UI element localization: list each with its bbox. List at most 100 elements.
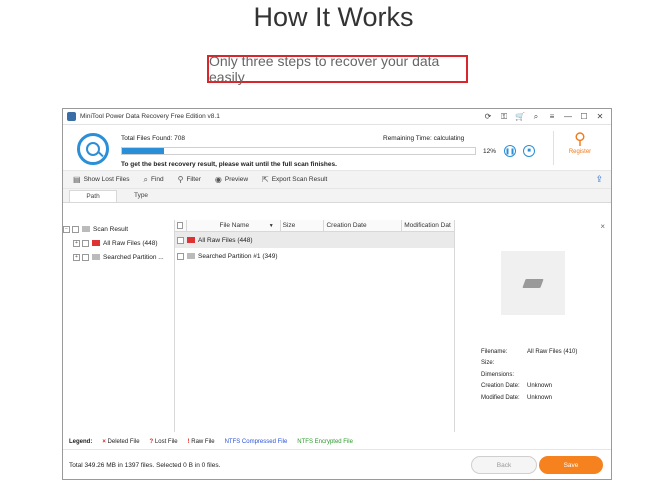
scan-progress-fill [122,148,165,154]
reload-icon[interactable]: ⟳ [483,112,493,122]
page: How It Works Only three steps to recover… [0,0,667,491]
title-bar: MiniTool Power Data Recovery Free Editio… [63,109,611,125]
filter-icon: ⚲ [177,175,184,184]
user-icon: ⚲ [574,131,586,148]
page-subtitle-text: Only three steps to recover your data ea… [209,53,440,85]
view-tabs: Path Type [63,189,611,203]
tree-checkbox[interactable] [72,225,79,233]
divider [553,131,554,165]
file-row[interactable]: Searched Partition #1 (349) [175,248,454,264]
collapse-icon[interactable]: − [63,225,70,233]
sort-down-icon: ▼ [268,222,274,229]
modified-date-value: Unknown [527,394,553,401]
zoom-icon[interactable]: ⌕ [531,112,541,122]
preview-button[interactable]: ◉ Preview [215,175,248,184]
select-all-checkbox[interactable] [177,222,183,229]
file-row-name: Searched Partition #1 (349) [198,252,278,260]
total-files-found: Total Files Found: 708 [121,135,185,142]
stop-button[interactable]: ■ [523,145,535,157]
scan-status-area: Total Files Found: 708 Remaining Time: c… [63,125,611,171]
legend-raw: ! Raw File [188,439,215,445]
app-window: MiniTool Power Data Recovery Free Editio… [62,108,612,480]
legend: Legend: × Deleted File ? Lost File ! Raw… [69,437,609,447]
app-icon [67,112,76,121]
raw-folder-icon [187,237,195,243]
pause-icon: ❚❚ [504,148,516,155]
partition-icon [92,254,100,260]
tab-type[interactable]: Type [117,190,165,202]
filter-button[interactable]: ⚲ Filter [178,175,201,184]
expand-icon[interactable]: + [73,253,80,261]
files-icon: ▤ [73,175,81,184]
share-icon[interactable]: ⇪ [595,174,603,185]
minimize-button[interactable]: — [563,112,573,122]
tree-checkbox[interactable] [82,253,89,261]
menu-icon[interactable]: ≡ [547,112,557,122]
modified-date-label: Modified Date: [481,394,520,401]
export-scan-result-button[interactable]: ⇱ Export Scan Result [262,175,327,184]
remaining-time: Remaining Time: calculating [383,135,465,142]
deleted-icon: × [102,439,106,445]
expand-icon[interactable]: + [73,239,80,247]
raw-icon: ! [187,439,190,445]
tree-checkbox[interactable] [82,239,89,247]
title-bar-icons: ⟳ ⚿ 🛒 ⌕ ≡ — ☐ ✕ [483,112,611,122]
legend-deleted-label: Deleted File [107,439,140,445]
lost-icon: ? [149,439,154,445]
column-modification-date[interactable]: Modification Dat [402,220,454,231]
hard-drive-icon [522,278,544,288]
pause-button[interactable]: ❚❚ [504,145,516,157]
register-button[interactable]: ⚲ Register [560,131,600,155]
column-size[interactable]: Size [281,220,325,231]
toolbar: ▤ Show Lost Files ⌕ Find ⚲ Filter ◉ Prev… [63,171,611,189]
size-label: Size: [481,360,495,367]
scan-message: To get the best recovery result, please … [121,161,337,168]
column-file-name[interactable]: File Name ▼ [187,220,281,231]
legend-ntfs-encrypted: NTFS Encrypted File [297,439,353,445]
legend-lost-label: Lost File [154,439,178,445]
file-row[interactable]: All Raw Files (448) [175,232,454,248]
filename-label: Filename: [481,348,508,355]
creation-date-value: Unknown [527,383,553,390]
total-summary: Total 349.26 MB in 1397 files. Selected … [69,462,221,469]
file-row-name: All Raw Files (448) [198,236,253,244]
row-checkbox[interactable] [177,252,184,260]
content-panes: − Scan Result + All Raw Files (448) + Se… [63,220,611,432]
save-button[interactable]: Save [539,456,603,474]
page-heading: How It Works [253,2,414,32]
window-title: MiniTool Power Data Recovery Free Editio… [80,113,220,120]
cart-icon[interactable]: 🛒 [515,112,525,122]
page-subtitle: Only three steps to recover your data ea… [207,53,468,85]
stop-icon: ■ [527,148,531,154]
preview-pane: × Filename: All Raw Files (410) Size: Dim… [455,220,611,432]
tab-path[interactable]: Path [69,190,117,202]
tree-item-label: All Raw Files (448) [103,239,158,247]
export-scan-result-label: Export Scan Result [271,176,328,183]
tree-root[interactable]: − Scan Result [63,222,174,236]
folder-tree: − Scan Result + All Raw Files (448) + Se… [63,220,175,432]
scan-icon [77,133,109,165]
back-button[interactable]: Back [471,456,537,474]
column-file-name-label: File Name [219,222,250,229]
tree-item[interactable]: + Searched Partition ... [63,250,174,264]
tree-item-label: Searched Partition ... [103,253,164,261]
key-icon[interactable]: ⚿ [499,112,509,122]
show-lost-files-button[interactable]: ▤ Show Lost Files [73,175,129,184]
preview-close-icon[interactable]: × [600,222,605,231]
drive-icon [82,226,90,232]
scan-progress-bar [121,147,476,155]
select-all-checkbox-cell [175,220,187,231]
tree-item[interactable]: + All Raw Files (448) [63,236,174,250]
find-button[interactable]: ⌕ Find [143,175,163,185]
close-button[interactable]: ✕ [595,112,605,122]
column-creation-date[interactable]: Creation Date [324,220,403,231]
maximize-button[interactable]: ☐ [579,112,589,122]
file-list: File Name ▼ Size Creation Date Modificat… [175,220,455,432]
column-size-label: Size [282,222,296,229]
filter-label: Filter [186,176,201,183]
raw-folder-icon [92,240,100,246]
dimensions-label: Dimensions: [481,371,515,378]
column-creation-date-label: Creation Date [326,222,367,229]
legend-deleted: × Deleted File [102,439,139,445]
row-checkbox[interactable] [177,236,184,244]
